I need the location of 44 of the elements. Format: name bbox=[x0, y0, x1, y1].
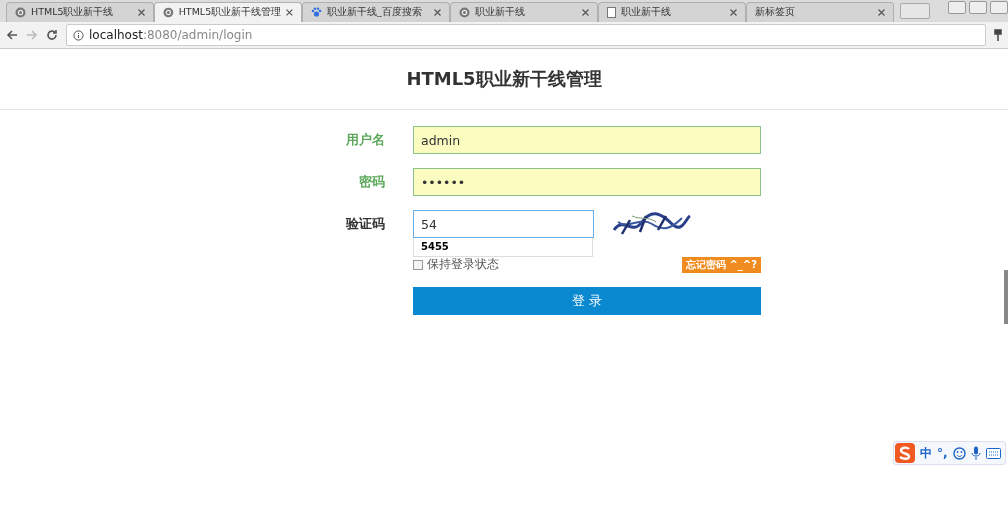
browser-tab[interactable]: HTML5职业新干线管理 bbox=[154, 2, 302, 22]
smiley-icon[interactable] bbox=[952, 446, 966, 460]
remember-label: 保持登录状态 bbox=[427, 256, 499, 273]
logo-icon[interactable] bbox=[895, 443, 915, 463]
info-icon bbox=[73, 29, 84, 41]
field-label: 密码 bbox=[359, 173, 385, 191]
browser-tab[interactable]: HTML5职业新干线 bbox=[6, 2, 154, 22]
login-button[interactable]: 登 录 bbox=[413, 287, 761, 315]
page-title: HTML5职业新干线管理 bbox=[406, 67, 602, 91]
maximize-button[interactable] bbox=[990, 1, 1008, 14]
browser-tab[interactable]: 职业新干线 bbox=[598, 2, 746, 22]
globe-icon bbox=[163, 7, 174, 18]
field-label: 用户名 bbox=[346, 131, 385, 149]
autocomplete-suggestion[interactable]: 5455 bbox=[413, 238, 593, 257]
user-button[interactable] bbox=[948, 1, 966, 14]
captcha-field[interactable]: 54 bbox=[413, 210, 594, 238]
browser-tab[interactable]: 职业新干线 bbox=[450, 2, 598, 22]
close-icon bbox=[878, 9, 885, 16]
browser-tab[interactable]: 新标签页 bbox=[746, 2, 894, 22]
new-tab-button[interactable] bbox=[900, 3, 930, 19]
minimize-button[interactable] bbox=[969, 1, 987, 14]
globe-icon bbox=[15, 7, 26, 18]
close-icon bbox=[582, 9, 589, 16]
pin-icon[interactable] bbox=[994, 29, 1002, 41]
close-icon bbox=[286, 9, 293, 16]
back-icon[interactable] bbox=[6, 29, 18, 41]
close-icon bbox=[138, 9, 145, 16]
close-icon bbox=[434, 9, 441, 16]
microphone-icon[interactable] bbox=[970, 446, 981, 460]
page-icon bbox=[607, 7, 616, 18]
username-field[interactable]: admin bbox=[413, 126, 761, 154]
field-label: 验证码 bbox=[346, 215, 385, 233]
punctuation-mode[interactable]: °, bbox=[937, 446, 948, 460]
remember-checkbox[interactable] bbox=[413, 259, 423, 270]
paw-icon bbox=[311, 7, 322, 18]
globe-icon bbox=[459, 7, 470, 18]
keyboard-icon[interactable] bbox=[985, 447, 1001, 459]
input-mode[interactable]: 中 bbox=[920, 444, 932, 462]
password-field[interactable]: •••••• bbox=[413, 168, 761, 196]
close-icon bbox=[730, 9, 737, 16]
browser-tab[interactable]: 职业新干线_百度搜索 bbox=[302, 2, 450, 22]
address-field[interactable]: localhost:8080/admin/login bbox=[66, 24, 986, 46]
reload-icon[interactable] bbox=[46, 29, 58, 41]
scrollbar[interactable] bbox=[1004, 270, 1008, 324]
